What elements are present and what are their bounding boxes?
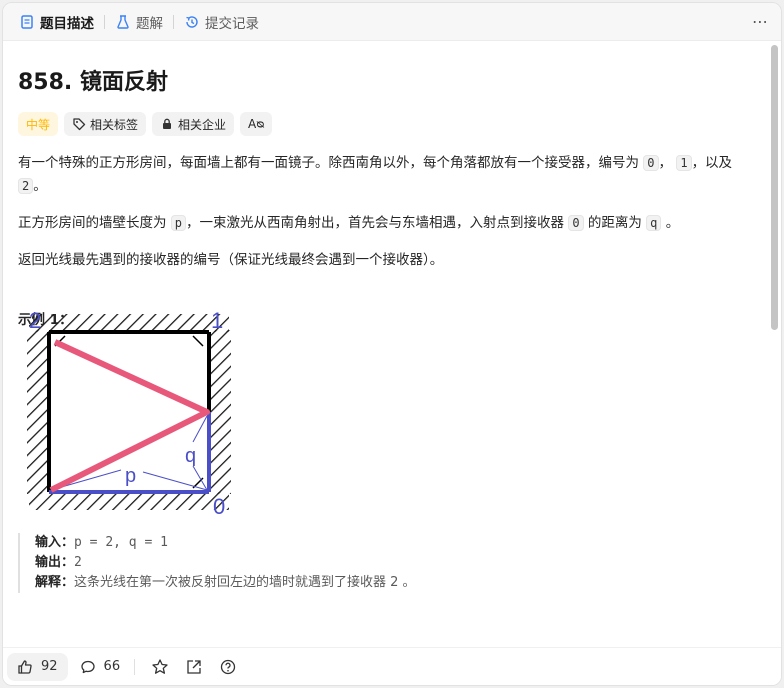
tab-submissions[interactable]: 提交记录 [178, 3, 265, 41]
desc2-text-a: 正方形房间的墙壁长度为 [18, 215, 167, 231]
related-tags-button[interactable]: 相关标签 [64, 112, 147, 136]
example-input-row: 输入：p = 2, q = 1 [35, 533, 416, 553]
output-label: 输出： [35, 555, 75, 570]
comment-icon [80, 659, 96, 675]
inline-code: p [170, 215, 187, 231]
like-count: 92 [41, 659, 58, 674]
example-figure: 2 1 0 p q [21, 308, 237, 519]
more-options-icon[interactable]: ⋯ [752, 12, 769, 31]
tab-solutions-label: 题解 [136, 15, 163, 32]
q-label: q [185, 445, 196, 467]
description-paragraph-2: 正方形房间的墙壁长度为 p ，一束激光从西南角射出，首先会与东墙相遇，入射点到接收… [18, 212, 756, 235]
tab-solutions[interactable]: 题解 [109, 3, 169, 41]
flask-icon [115, 14, 131, 30]
wall-bottom-hatch [29, 492, 229, 510]
output-value: 2 [74, 555, 82, 570]
like-button[interactable]: 92 [7, 652, 68, 681]
wall-top-hatch [29, 314, 229, 332]
tag-icon [72, 117, 86, 131]
history-icon [184, 14, 200, 30]
description-paragraph-1: 有一个特殊的正方形房间，每面墙上都有一面镜子。除西南角以外，每个角落都放有一个接… [18, 152, 756, 198]
related-companies-button[interactable]: 相关企业 [152, 112, 235, 136]
inline-code: 0 [568, 215, 584, 231]
star-icon[interactable] [151, 658, 169, 676]
desc1-text-a: 有一个特殊的正方形房间，每面墙上都有一面镜子。除西南角以外，每个角落都放有一个接… [18, 155, 639, 171]
desc1-text-b: ， [658, 155, 673, 171]
description-paragraph-3: 返回光线最先遇到的接收器的编号（保证光线最终会遇到一个接收器）。 [18, 252, 444, 268]
thumbs-up-icon [17, 659, 33, 675]
tab-bar: 题目描述 题解 提交记录 ⋯ [3, 3, 781, 41]
problem-window: 题目描述 题解 提交记录 ⋯ 858. 镜面反射 中等 相关标签 相关企业 Aᴓ… [2, 2, 782, 686]
tab-divider [173, 14, 174, 29]
desc2-text-c: 的距离为 [587, 215, 642, 231]
desc1-text-c: ，以及 [691, 155, 733, 171]
example-explain-row: 解释：这条光线在第一次被反射回左边的墙时就遇到了接收器 2 。 [35, 573, 416, 593]
description-icon [19, 14, 35, 30]
example-block: 输入：p = 2, q = 1 输出：2 解释：这条光线在第一次被反射回左边的墙… [18, 533, 416, 593]
tag-row: 中等 相关标签 相关企业 Aᴓ [18, 112, 756, 136]
related-tags-label: 相关标签 [90, 117, 139, 132]
bottom-divider [134, 658, 136, 675]
lock-icon [160, 117, 174, 131]
corner-1-label: 1 [211, 308, 223, 333]
help-icon[interactable] [219, 658, 237, 676]
inline-code: 0 [643, 155, 659, 171]
example-output-row: 输出：2 [35, 553, 416, 573]
wall-right-hatch [209, 330, 231, 494]
tab-description-label: 题目描述 [40, 15, 94, 32]
bottom-action-bar: 92 66 [3, 647, 781, 685]
input-label: 输入： [35, 535, 75, 550]
tab-description[interactable]: 题目描述 [13, 3, 100, 41]
tab-divider [104, 14, 105, 29]
comment-count: 66 [103, 659, 121, 674]
translate-button[interactable]: Aᴓ [240, 112, 273, 136]
tab-submissions-label: 提交记录 [205, 15, 259, 32]
explain-value: 这条光线在第一次被反射回左边的墙时就遇到了接收器 2 。 [74, 575, 416, 590]
explain-label: 解释： [35, 575, 75, 590]
page-title: 858. 镜面反射 [18, 70, 168, 95]
share-icon[interactable] [185, 658, 203, 676]
scrollbar-thumb[interactable] [771, 45, 778, 330]
related-companies-label: 相关企业 [178, 117, 227, 132]
p-label: p [125, 465, 136, 487]
desc2-text-b: ，一束激光从西南角射出，首先会与东墙相遇，入射点到接收器 [186, 215, 565, 231]
difficulty-badge[interactable]: 中等 [18, 112, 59, 136]
corner-2-label: 2 [29, 308, 41, 333]
inline-code: q [646, 215, 662, 231]
comments-button[interactable]: 66 [80, 659, 121, 675]
corner-0-label: 0 [213, 494, 225, 518]
desc2-text-d: 。 [665, 215, 680, 231]
input-value: p = 2, q = 1 [74, 535, 168, 550]
wall-left-hatch [27, 330, 49, 494]
inline-code: 1 [676, 155, 692, 171]
desc1-text-d: 。 [33, 178, 47, 194]
inline-code: 2 [18, 178, 34, 194]
